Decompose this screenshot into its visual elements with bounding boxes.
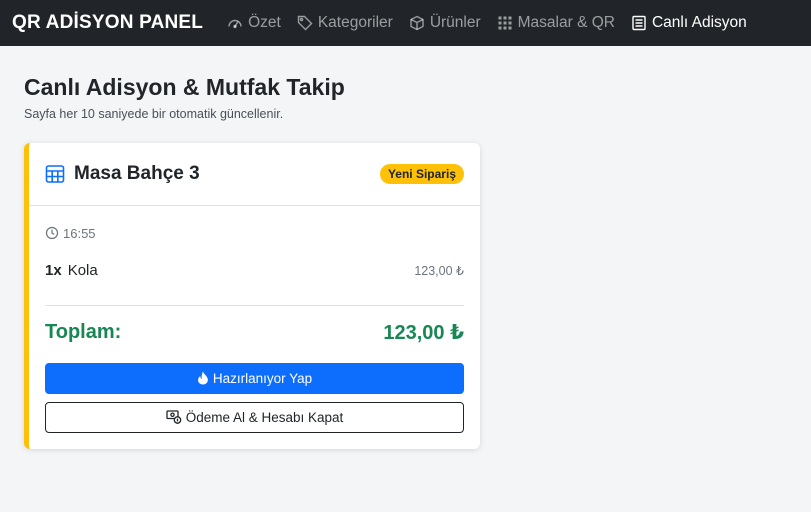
nav-item-label: Ürünler (429, 14, 481, 31)
page-subtitle: Sayfa her 10 saniyede bir otomatik günce… (24, 106, 284, 121)
clock-icon (45, 226, 59, 240)
total-label: Toplam: (45, 320, 122, 343)
nav-item-label: Özet (248, 14, 281, 31)
item-price: 123,00 ₺ (414, 263, 464, 278)
main-content: Canlı Adisyon & Mutfak Takip Sayfa her 1… (0, 46, 811, 449)
fire-icon (197, 371, 209, 385)
item-quantity: 1x (45, 261, 62, 279)
box-icon (409, 15, 425, 31)
order-card: Masa Bahçe 3 Yeni Sipariş 16:55 1x Kola 1… (24, 142, 480, 449)
page-title: Canlı Adisyon & Mutfak Takip (24, 74, 345, 100)
nav-item-label: Canlı Adisyon (651, 14, 747, 31)
brand-logo[interactable]: QR ADİSYON PANEL (12, 12, 203, 34)
order-time: 16:55 (45, 226, 464, 241)
nav-item-ozet[interactable]: Özet (227, 14, 281, 32)
list-item: 1x Kola 123,00 ₺ (45, 262, 464, 306)
grid-icon (497, 15, 513, 31)
table-name: Masa Bahçe 3 (74, 162, 200, 184)
order-card-body: 16:55 1x Kola 123,00 ₺ Toplam: 123,00 ₺ H… (29, 206, 480, 449)
nav-item-label: Kategoriler (317, 14, 393, 31)
order-card-header: Masa Bahçe 3 Yeni Sipariş (29, 143, 480, 206)
pay-close-bill-button[interactable]: Ödeme Al & Hesabı Kapat (45, 401, 464, 433)
total-row: Toplam: 123,00 ₺ (45, 320, 464, 345)
table-title: Masa Bahçe 3 (45, 163, 200, 185)
receipt-icon (631, 15, 647, 31)
table-icon (45, 164, 65, 184)
nav-item-kategoriler[interactable]: Kategoriler (297, 14, 393, 32)
order-time-value: 16:55 (63, 225, 96, 241)
mark-preparing-button[interactable]: Hazırlanıyor Yap (45, 362, 464, 394)
cash-coin-icon (166, 410, 182, 424)
mark-preparing-label: Hazırlanıyor Yap (212, 370, 313, 386)
pay-close-bill-label: Ödeme Al & Hesabı Kapat (185, 409, 344, 425)
status-badge: Yeni Sipariş (379, 163, 464, 184)
top-navbar: QR ADİSYON PANEL Özet Kategoriler Ürünle… (0, 0, 811, 46)
tags-icon (297, 15, 313, 31)
item-name: Kola (67, 261, 98, 279)
nav-item-masalar-qr[interactable]: Masalar & QR (497, 14, 615, 32)
nav-item-urunler[interactable]: Ürünler (409, 14, 481, 32)
speedometer-icon (227, 15, 243, 31)
nav-item-canli-adisyon[interactable]: Canlı Adisyon (631, 14, 747, 32)
total-value: 123,00 ₺ (383, 321, 464, 344)
nav-item-label: Masalar & QR (517, 14, 615, 31)
